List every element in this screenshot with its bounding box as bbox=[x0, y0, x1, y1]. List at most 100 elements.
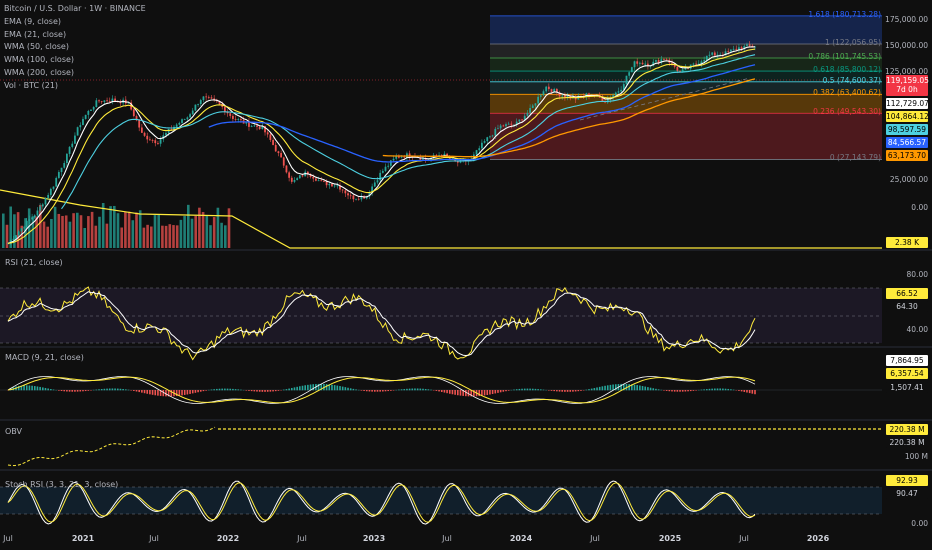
candle-body bbox=[250, 125, 253, 127]
candle-body bbox=[132, 109, 135, 117]
macd-histogram-bar bbox=[550, 390, 553, 391]
candle-body bbox=[90, 109, 92, 111]
macd-histogram-bar bbox=[569, 390, 572, 392]
volume-bar bbox=[150, 226, 153, 248]
volume-bar bbox=[212, 217, 216, 248]
candle-body bbox=[676, 66, 679, 71]
candle-body bbox=[614, 92, 617, 96]
macd-histogram-bar bbox=[440, 390, 443, 393]
obv-pane-title[interactable]: OBV bbox=[5, 427, 22, 436]
volume-bar bbox=[135, 212, 138, 248]
candle-body bbox=[199, 100, 202, 105]
legend-ema9[interactable]: EMA (9, close) bbox=[4, 16, 146, 29]
macd-histogram-bar bbox=[486, 390, 489, 395]
macd-histogram-bar bbox=[197, 390, 199, 393]
volume-bar bbox=[209, 225, 212, 248]
candle-body bbox=[403, 156, 406, 158]
candle-body bbox=[644, 63, 647, 65]
macd-histogram-bar bbox=[82, 390, 84, 392]
candle-body bbox=[633, 61, 636, 68]
macd-histogram-bar bbox=[325, 384, 328, 391]
candle-body bbox=[31, 217, 33, 220]
macd-histogram-bar bbox=[746, 390, 748, 393]
volume-bar bbox=[101, 203, 105, 248]
candle-body bbox=[379, 172, 382, 181]
candle-body bbox=[143, 132, 146, 136]
macd-pane-title[interactable]: MACD (9, 21, close) bbox=[5, 353, 84, 362]
macd-histogram-bar bbox=[23, 385, 25, 391]
time-axis-label: Jul bbox=[442, 534, 452, 543]
candle-body bbox=[17, 231, 20, 236]
candle-body bbox=[189, 114, 191, 118]
macd-histogram-bar bbox=[368, 390, 371, 392]
rsi-tag: 66.52 bbox=[886, 288, 928, 299]
candle-body bbox=[223, 106, 226, 112]
candle-body bbox=[95, 100, 98, 108]
candle-body bbox=[68, 146, 71, 154]
volume-bar bbox=[220, 222, 223, 248]
legend-volume[interactable]: Vol · BTC (21) bbox=[4, 80, 146, 93]
time-axis-label: 2025 bbox=[658, 534, 682, 543]
candle-body bbox=[57, 172, 60, 178]
candle-body bbox=[87, 110, 90, 115]
candle-body bbox=[63, 163, 66, 168]
macd-histogram-bar bbox=[491, 390, 494, 394]
rsi-axis-label: 80.00 bbox=[906, 270, 928, 279]
volume-bar bbox=[187, 204, 190, 248]
macd-histogram-bar bbox=[384, 390, 387, 392]
volume-bar bbox=[87, 216, 90, 248]
candle-body bbox=[317, 180, 320, 182]
candle-body bbox=[269, 134, 272, 140]
macd-histogram-bar bbox=[454, 390, 456, 395]
macd-histogram-bar bbox=[542, 389, 545, 391]
candle-body bbox=[655, 60, 657, 62]
macd-histogram-bar bbox=[371, 390, 373, 392]
volume-tag: 2.38 K bbox=[886, 237, 928, 248]
stoch-k-tag: 92.93 bbox=[886, 475, 928, 486]
candle-body bbox=[181, 119, 183, 123]
candle-body bbox=[537, 96, 540, 104]
rsi-pane-title[interactable]: RSI (21, close) bbox=[5, 258, 63, 267]
candle-body bbox=[79, 125, 82, 128]
bar-countdown: 7d 0h bbox=[896, 85, 918, 94]
legend-ema21[interactable]: EMA (21, close) bbox=[4, 29, 146, 42]
candle-body bbox=[708, 54, 711, 56]
macd-histogram-bar bbox=[60, 390, 63, 392]
macd-histogram-bar bbox=[237, 389, 240, 391]
stoch-band bbox=[0, 487, 882, 514]
macd-histogram-bar bbox=[665, 390, 668, 391]
macd-histogram-bar bbox=[526, 388, 529, 391]
macd-histogram-bar bbox=[363, 390, 365, 391]
candle-body bbox=[491, 135, 494, 137]
macd-histogram-bar bbox=[465, 390, 467, 397]
candle-body bbox=[323, 181, 325, 182]
candle-body bbox=[638, 62, 641, 64]
volume-bar bbox=[94, 225, 98, 248]
stoch-pane-title[interactable]: Stoch RSI (3, 3, 21, 3, close) bbox=[5, 480, 118, 489]
candle-body bbox=[290, 177, 293, 182]
candle-body bbox=[186, 117, 189, 120]
candle-body bbox=[389, 160, 392, 166]
volume-bar bbox=[113, 205, 116, 248]
time-axis-label: Jul bbox=[297, 534, 307, 543]
wma100-tag: 84,566.57 bbox=[886, 137, 928, 148]
candle-body bbox=[12, 238, 15, 240]
macd-histogram-bar bbox=[714, 388, 716, 391]
candle-body bbox=[336, 185, 339, 187]
legend-wma50[interactable]: WMA (50, close) bbox=[4, 41, 146, 54]
macd-histogram-bar bbox=[269, 390, 272, 392]
legend-wma200[interactable]: WMA (200, close) bbox=[4, 67, 146, 80]
candle-body bbox=[692, 63, 695, 65]
candle-body bbox=[748, 44, 751, 46]
legend-wma100[interactable]: WMA (100, close) bbox=[4, 54, 146, 67]
macd-histogram-bar bbox=[706, 389, 708, 391]
macd-histogram-bar bbox=[556, 390, 558, 392]
macd-histogram-bar bbox=[264, 390, 266, 392]
price-axis-label: 25,000.00 bbox=[889, 175, 928, 184]
stoch-d-tag: 90.47 bbox=[886, 488, 928, 499]
macd-histogram-bar bbox=[687, 390, 689, 392]
volume-bar bbox=[105, 223, 109, 248]
macd-histogram-bar bbox=[84, 390, 87, 392]
candle-body bbox=[349, 195, 352, 197]
rsi-band bbox=[0, 288, 882, 343]
